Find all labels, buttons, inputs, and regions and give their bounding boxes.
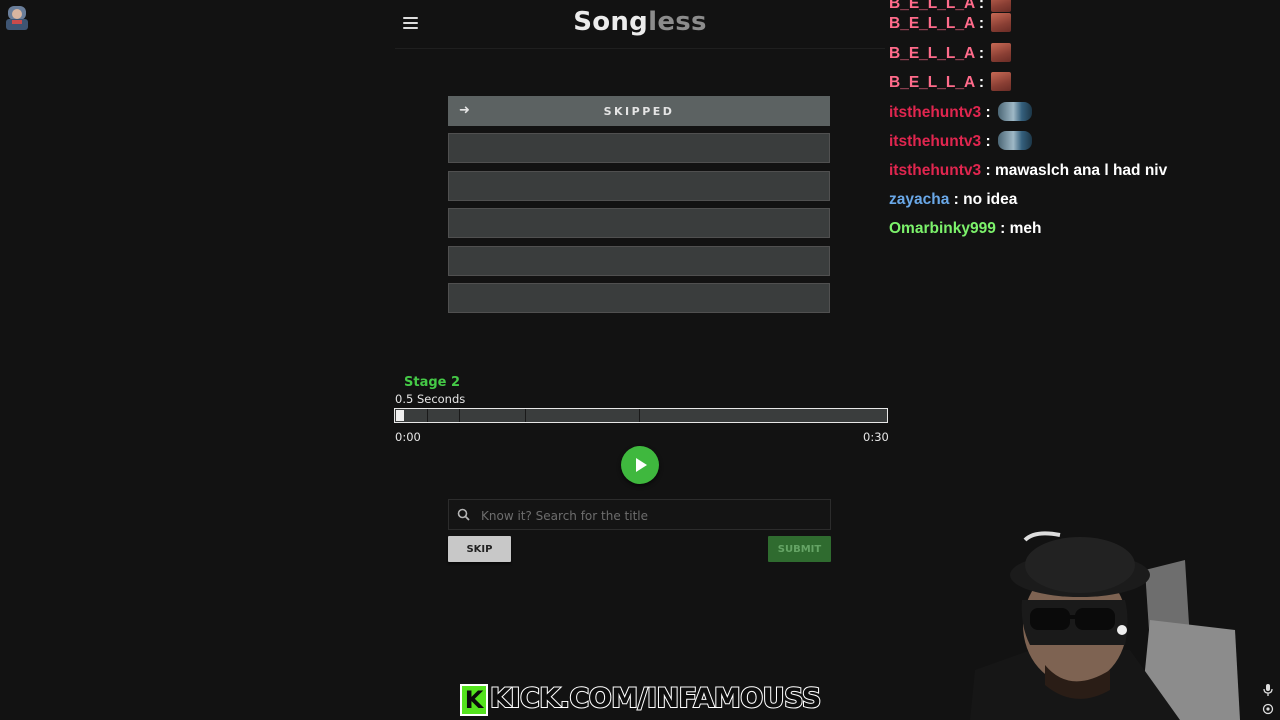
guess-row-6: [448, 283, 830, 313]
chat-username: itsthehuntv3: [889, 162, 982, 179]
chat-username: itsthehuntv3: [889, 133, 982, 150]
chat-emote: [997, 102, 1032, 121]
chat-emote: [991, 72, 1012, 91]
chat-message: itsthehuntv3 :: [889, 102, 1032, 123]
streamer-webcam: [950, 520, 1280, 720]
chat-text: meh: [1009, 220, 1042, 237]
chat-username: B_E_L_L_A: [889, 15, 975, 32]
chat-emote: [991, 13, 1012, 32]
chat-message: itsthehuntv3 :: [889, 131, 1032, 152]
skip-button[interactable]: SKIP: [448, 536, 511, 562]
chat-username: Omarbinky999: [889, 220, 996, 237]
logo-part-song: Song: [573, 7, 649, 37]
kick-logo: K: [460, 684, 488, 716]
guess-row-1: ➜ SKIPPED: [448, 96, 830, 126]
chat-emote: [991, 0, 1012, 12]
progress-segment: [427, 409, 460, 422]
search-box: [448, 499, 831, 530]
search-input[interactable]: [479, 504, 823, 528]
logo-part-less: less: [648, 7, 707, 37]
chat-message: Omarbinky999 : meh: [889, 220, 1042, 237]
progress-segment: [639, 409, 640, 422]
submit-button[interactable]: SUBMIT: [768, 536, 831, 562]
chat-username: B_E_L_L_A: [889, 74, 975, 91]
play-button[interactable]: [621, 446, 659, 484]
chat-message: zayacha : no idea: [889, 191, 1018, 208]
app-header: Songless: [395, 0, 885, 49]
chat-text: mawaslch ana l had niv: [994, 162, 1168, 179]
guess-row-2: [448, 133, 830, 163]
chat-username: B_E_L_L_A: [889, 45, 975, 62]
settings-icon: [1262, 703, 1274, 715]
chat-text: no idea: [963, 191, 1018, 208]
progress-segment: [525, 409, 640, 422]
progress-segment: [459, 409, 526, 422]
kick-overlay: K KICK.COM/INFAMOUSS: [460, 682, 822, 718]
chat-username: B_E_L_L_A: [889, 0, 975, 12]
audio-progress-bar[interactable]: [394, 408, 888, 423]
guess-row-5: [448, 246, 830, 276]
chat-message: B_E_L_L_A :: [889, 13, 1012, 34]
chat-emote: [997, 131, 1032, 150]
chat-username: zayacha: [889, 191, 950, 208]
chat-message: B_E_L_L_A :: [889, 0, 1012, 14]
progress-fill: [396, 410, 404, 421]
chat-message: B_E_L_L_A :: [889, 43, 1012, 64]
kick-channel-url: KICK.COM/INFAMOUSS: [489, 682, 822, 715]
duration-label: 0.5 Seconds: [395, 392, 466, 406]
chat-emote: [991, 43, 1012, 62]
microphone-icon: [1263, 684, 1273, 696]
chat-message: itsthehuntv3 : mawaslch ana l had niv: [889, 162, 1168, 179]
time-start: 0:00: [395, 430, 421, 444]
guess-row-3: [448, 171, 830, 201]
streamer-avatar: [6, 6, 28, 30]
app-logo: Songless: [395, 7, 885, 37]
chat-username: itsthehuntv3: [889, 104, 982, 121]
stage-label: Stage 2: [404, 375, 461, 390]
time-end: 0:30: [863, 430, 889, 444]
play-icon: [636, 458, 647, 472]
chat-message: B_E_L_L_A :: [889, 72, 1012, 93]
guess-label: SKIPPED: [603, 105, 675, 118]
search-icon: [457, 508, 470, 521]
guess-row-4: [448, 208, 830, 238]
